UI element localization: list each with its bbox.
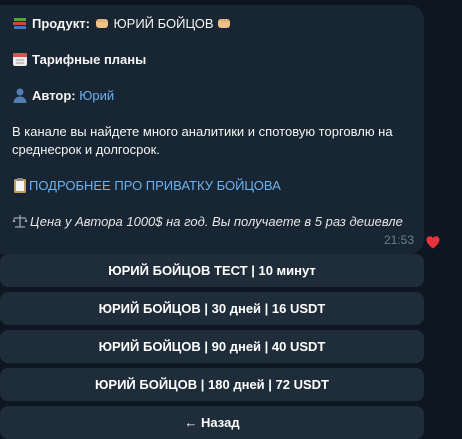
plan-30-days-button[interactable]: ЮРИЙ БОЙЦОВ | 30 дней | 16 USDT (0, 292, 424, 325)
product-line: Продукт: ЮРИЙ БОЙЦОВ (12, 15, 236, 33)
clipboard-icon (12, 177, 28, 193)
heart-icon[interactable] (425, 234, 441, 250)
author-link[interactable]: Юрий (79, 88, 114, 103)
description-line-2: среднесрок и долгосрок. (12, 142, 160, 157)
plan-90-days-button[interactable]: ЮРИЙ БОЙЦОВ | 90 дней | 40 USDT (0, 330, 424, 363)
author-line: Автор: Юрий (12, 87, 114, 105)
fist-icon (216, 15, 232, 31)
test-plan-button[interactable]: ЮРИЙ БОЙЦОВ ТЕСТ | 10 минут (0, 254, 424, 287)
back-button[interactable]: ← Назад (0, 406, 424, 439)
author-label: Автор: (32, 88, 76, 103)
more-line: ПОДРОБНЕЕ ПРО ПРИВАТКУ БОЙЦОВА (12, 177, 281, 195)
message-bubble: Продукт: ЮРИЙ БОЙЦОВ Тарифные планы Авто… (0, 5, 424, 254)
price-line: Цена у Автора 1000$ на год. Вы получаете… (12, 213, 403, 231)
fist-icon (94, 15, 110, 31)
product-name: ЮРИЙ БОЙЦОВ (113, 16, 214, 31)
books-icon (12, 15, 28, 31)
description-line-1: В канале вы найдете много аналитики и сп… (12, 124, 393, 139)
message-time: 21:53 (383, 233, 414, 247)
price-note: Цена у Автора 1000$ на год. Вы получаете… (30, 214, 403, 229)
product-label: Продукт: (32, 16, 90, 31)
plans-title: Тарифные планы (32, 52, 147, 67)
calendar-icon (12, 51, 28, 67)
scales-icon (12, 213, 28, 229)
person-icon (12, 87, 28, 103)
plan-180-days-button[interactable]: ЮРИЙ БОЙЦОВ | 180 дней | 72 USDT (0, 368, 424, 401)
more-link[interactable]: ПОДРОБНЕЕ ПРО ПРИВАТКУ БОЙЦОВА (29, 178, 281, 193)
plans-line: Тарифные планы (12, 51, 146, 69)
